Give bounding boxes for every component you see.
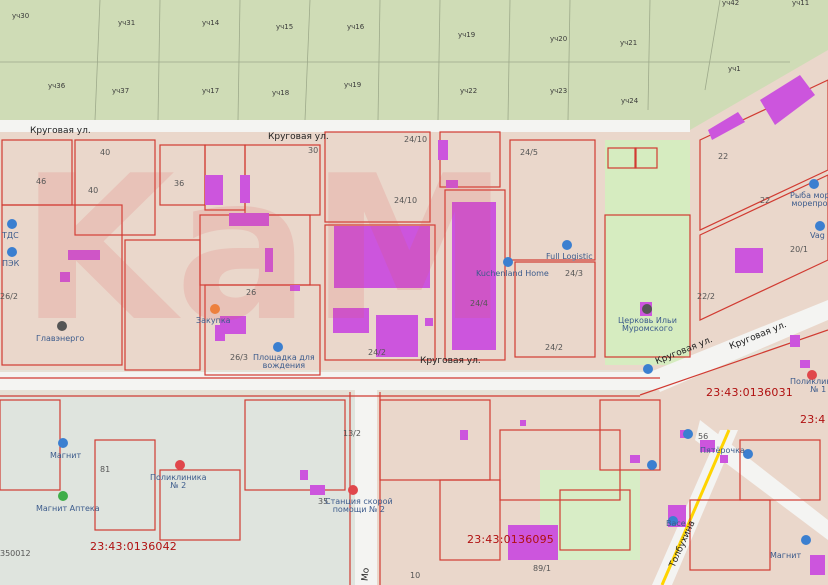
street-label-vertical: Мо — [360, 567, 372, 582]
house-number: 24/5 — [520, 148, 538, 157]
plot-label: уч19 — [458, 31, 476, 39]
house-number: 10 — [410, 571, 421, 580]
poi-label-zakupka[interactable]: Закупка — [196, 317, 231, 325]
house-number: 89/1 — [533, 564, 551, 573]
plot-label: уч16 — [347, 23, 365, 31]
plot-label: уч11 — [792, 0, 810, 7]
vertical-road-mid — [355, 390, 377, 585]
house-number: 22 — [718, 152, 729, 161]
poi-label-magnit-apteka[interactable]: Магнит Аптека — [36, 505, 100, 513]
cadastral-quarter-label[interactable]: 23:43:0136031 — [706, 387, 793, 398]
poi-label-magnit-br[interactable]: Магнит — [770, 552, 801, 560]
plot-label: уч18 — [272, 89, 290, 97]
watermark: KaM — [20, 133, 509, 366]
poi-label-magnit[interactable]: Магнит — [50, 452, 81, 460]
plot-label: уч20 — [550, 35, 568, 43]
poi-label-driving-area[interactable]: Площадка для вождения — [253, 354, 315, 370]
house-number: 24/2 — [368, 348, 386, 357]
house-number: 22 — [760, 196, 771, 205]
plot-label: уч22 — [460, 87, 478, 95]
cadastral-quarter-label[interactable]: 23:43:0136095 — [467, 534, 554, 545]
poi-label-skoraya[interactable]: Станция скорой помощи № 2 — [325, 498, 393, 514]
house-number: 40 — [100, 148, 111, 157]
poi-label-kuchenland[interactable]: Kuchenland Home — [476, 270, 549, 278]
house-number: 24/4 — [470, 299, 488, 308]
house-number: 24/10 — [404, 135, 428, 144]
house-number: 22/2 — [697, 292, 715, 301]
plot-label: уч42 — [722, 0, 740, 7]
plot-label: уч24 — [621, 97, 639, 105]
poi-label-vag[interactable]: Vag — [810, 232, 825, 240]
plot-label: уч36 — [48, 82, 66, 90]
poi-label-pyaterochka[interactable]: Пятёрочка — [700, 447, 745, 455]
poi-label-glavenergo[interactable]: Главэнерго — [36, 335, 84, 343]
plot-label: уч17 — [202, 87, 220, 95]
house-number: 24/3 — [565, 269, 583, 278]
poi-label-bace[interactable]: Bace — [666, 520, 686, 528]
house-number: 13/2 — [343, 429, 361, 438]
poi-label-ryba-more[interactable]: Рыба море морепрод — [790, 192, 828, 208]
poi-label-pek[interactable]: ПЭК — [2, 260, 19, 268]
house-number: 81 — [100, 465, 111, 474]
cadastral-quarter-label[interactable]: 23:43:0136042 — [90, 541, 177, 552]
street-label-krugovaya: Круговая ул. — [30, 126, 91, 136]
house-number: 26 — [246, 288, 257, 297]
poi-label-full-logistic[interactable]: Full Logistic — [546, 253, 593, 261]
house-number: 56 — [698, 432, 709, 441]
house-number: 24/10 — [394, 196, 418, 205]
street-label-krugovaya: Круговая ул. — [420, 356, 481, 366]
poi-label-church[interactable]: Церковь Ильи Муромского — [618, 317, 677, 333]
house-number: 40 — [88, 186, 99, 195]
house-number: 36 — [174, 179, 185, 188]
house-number: 26/3 — [230, 353, 248, 362]
poi-label-tds[interactable]: ТДС — [2, 232, 19, 240]
house-number: 46 — [36, 177, 47, 186]
poi-label-poliklinika-1[interactable]: Поликлиника № 1 — [790, 378, 828, 394]
plot-label: уч30 — [12, 12, 30, 20]
poi-label-poliklinika-2[interactable]: Поликлиника № 2 — [150, 474, 207, 490]
plot-label: уч37 — [112, 87, 130, 95]
plot-label: уч15 — [276, 23, 294, 31]
house-number: 26/2 — [0, 292, 18, 301]
postal-code-label: 350012 — [0, 549, 31, 558]
plot-label: уч21 — [620, 39, 638, 47]
krugovaya-road-top — [0, 120, 690, 132]
house-number: 20/1 — [790, 245, 808, 254]
krugovaya-road-bottom — [0, 372, 660, 390]
house-number: 24/2 — [545, 343, 563, 352]
cadastral-quarter-label[interactable]: 23:4 — [800, 414, 826, 425]
plot-label: уч19 — [344, 81, 362, 89]
plot-label: уч1 — [728, 65, 741, 73]
house-number: 30 — [308, 146, 319, 155]
plot-label: уч23 — [550, 87, 568, 95]
plot-label: уч31 — [118, 19, 136, 27]
plot-label: уч14 — [202, 19, 220, 27]
street-label-krugovaya: Круговая ул. — [268, 132, 329, 142]
